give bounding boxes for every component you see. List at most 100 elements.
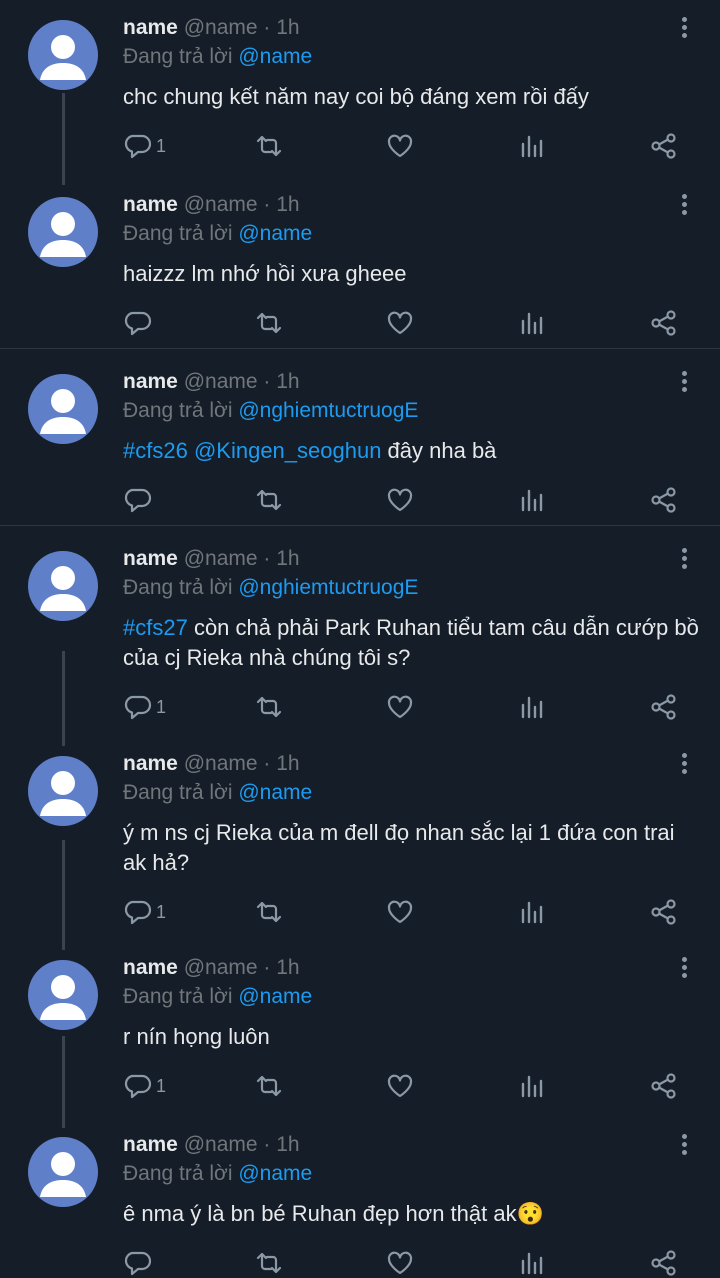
action-bar: 1 xyxy=(0,692,720,722)
like-button[interactable] xyxy=(386,1071,414,1101)
display-name[interactable]: name xyxy=(123,547,178,570)
like-button[interactable] xyxy=(386,131,414,161)
reply-prefix: Đang trả lời xyxy=(123,576,233,599)
avatar[interactable] xyxy=(28,1137,98,1207)
like-button[interactable] xyxy=(386,1248,414,1278)
handle[interactable]: @name xyxy=(184,547,258,570)
retweet-button[interactable] xyxy=(254,1071,284,1101)
more-icon[interactable] xyxy=(672,545,696,573)
reply-prefix: Đang trả lời xyxy=(123,781,233,804)
avatar[interactable] xyxy=(28,756,98,826)
retweet-icon xyxy=(256,1252,282,1274)
more-icon[interactable] xyxy=(672,954,696,982)
more-icon[interactable] xyxy=(672,14,696,42)
tweet-link[interactable]: #cfs26 xyxy=(123,438,188,463)
share-button[interactable] xyxy=(650,1071,678,1101)
views-button[interactable] xyxy=(518,897,546,927)
reply-icon xyxy=(124,1074,152,1099)
author-line: name @name · 1h xyxy=(123,1132,300,1158)
retweet-button[interactable] xyxy=(254,692,284,722)
replying-to: Đang trả lời @nghiemtuctruogE xyxy=(123,398,418,424)
retweet-icon xyxy=(256,135,282,157)
share-button[interactable] xyxy=(650,308,678,338)
timestamp: 1h xyxy=(276,370,300,393)
more-icon[interactable] xyxy=(672,1131,696,1159)
reply-icon xyxy=(124,311,152,336)
reply-prefix: Đang trả lời xyxy=(123,45,233,68)
reply-mention[interactable]: @name xyxy=(238,781,312,804)
reply-mention[interactable]: @nghiemtuctruogE xyxy=(238,399,418,422)
like-icon xyxy=(387,1074,413,1098)
reply-mention[interactable]: @name xyxy=(238,985,312,1008)
display-name[interactable]: name xyxy=(123,752,178,775)
views-button[interactable] xyxy=(518,308,546,338)
handle[interactable]: @name xyxy=(184,370,258,393)
retweet-button[interactable] xyxy=(254,485,284,515)
avatar[interactable] xyxy=(28,960,98,1030)
reply-button[interactable] xyxy=(124,1248,156,1278)
share-button[interactable] xyxy=(650,131,678,161)
reply-button[interactable]: 1 xyxy=(124,692,166,722)
avatar[interactable] xyxy=(28,374,98,444)
handle[interactable]: @name xyxy=(184,956,258,979)
views-button[interactable] xyxy=(518,485,546,515)
more-icon[interactable] xyxy=(672,368,696,396)
timeline-feed: name @name · 1h Đang trả lời @name chc chu… xyxy=(0,0,720,1276)
handle[interactable]: @name xyxy=(184,16,258,39)
tweet-text: chc chung kết năm nay coi bộ đáng xem rồ… xyxy=(123,82,703,112)
replying-to: Đang trả lời @name xyxy=(123,44,312,70)
share-button[interactable] xyxy=(650,485,678,515)
display-name[interactable]: name xyxy=(123,1133,178,1156)
dot-separator: · xyxy=(257,1133,277,1156)
tweet-text-part: còn chả phải Park Ruhan tiểu tam câu dẫn… xyxy=(123,615,699,670)
reply-button[interactable]: 1 xyxy=(124,131,166,161)
reply-button[interactable] xyxy=(124,308,156,338)
like-icon xyxy=(387,311,413,335)
tweet-link[interactable]: @Kingen_seoghun xyxy=(194,438,381,463)
avatar[interactable] xyxy=(28,20,98,90)
views-button[interactable] xyxy=(518,1248,546,1278)
tweet-text: haizzz lm nhớ hồi xưa gheee xyxy=(123,259,703,289)
reply-button[interactable] xyxy=(124,485,156,515)
reply-mention[interactable]: @name xyxy=(238,45,312,68)
retweet-button[interactable] xyxy=(254,1248,284,1278)
handle[interactable]: @name xyxy=(184,193,258,216)
reply-mention[interactable]: @nghiemtuctruogE xyxy=(238,576,418,599)
reply-mention[interactable]: @name xyxy=(238,222,312,245)
display-name[interactable]: name xyxy=(123,370,178,393)
like-icon xyxy=(387,1251,413,1275)
retweet-icon xyxy=(256,1075,282,1097)
retweet-button[interactable] xyxy=(254,897,284,927)
display-name[interactable]: name xyxy=(123,16,178,39)
display-name[interactable]: name xyxy=(123,193,178,216)
share-button[interactable] xyxy=(650,692,678,722)
views-icon xyxy=(521,135,543,158)
like-button[interactable] xyxy=(386,308,414,338)
tweet-link[interactable]: #cfs27 xyxy=(123,615,188,640)
avatar[interactable] xyxy=(28,551,98,621)
handle[interactable]: @name xyxy=(184,752,258,775)
handle[interactable]: @name xyxy=(184,1133,258,1156)
avatar-icon xyxy=(40,212,86,257)
views-button[interactable] xyxy=(518,692,546,722)
more-icon[interactable] xyxy=(672,750,696,778)
share-icon xyxy=(651,310,676,336)
views-button[interactable] xyxy=(518,131,546,161)
display-name[interactable]: name xyxy=(123,956,178,979)
share-icon xyxy=(651,899,676,925)
like-button[interactable] xyxy=(386,897,414,927)
views-button[interactable] xyxy=(518,1071,546,1101)
reply-button[interactable]: 1 xyxy=(124,897,166,927)
like-button[interactable] xyxy=(386,485,414,515)
retweet-button[interactable] xyxy=(254,131,284,161)
avatar[interactable] xyxy=(28,197,98,267)
more-icon[interactable] xyxy=(672,191,696,219)
share-button[interactable] xyxy=(650,897,678,927)
retweet-button[interactable] xyxy=(254,308,284,338)
reply-button[interactable]: 1 xyxy=(124,1071,166,1101)
reply-mention[interactable]: @name xyxy=(238,1162,312,1185)
like-button[interactable] xyxy=(386,692,414,722)
action-bar: 1 xyxy=(0,897,720,927)
share-button[interactable] xyxy=(650,1248,678,1278)
reply-prefix: Đang trả lời xyxy=(123,1162,233,1185)
